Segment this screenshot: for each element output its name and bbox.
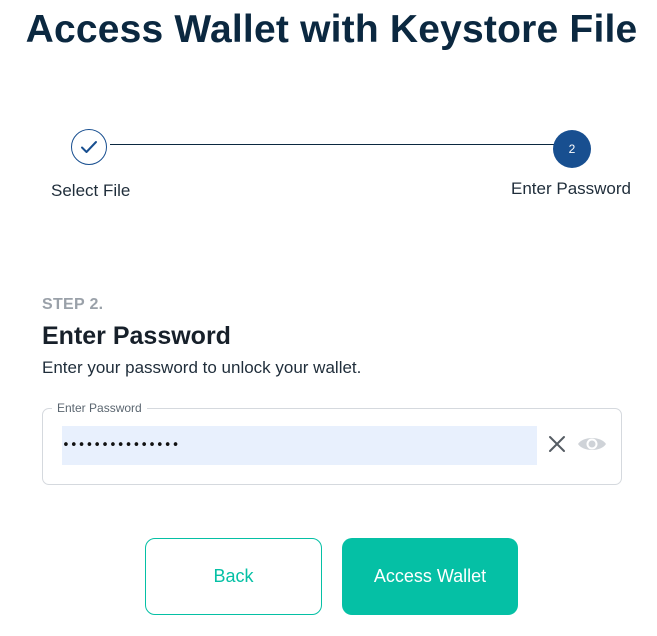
access-wallet-page: Access Wallet with Keystore File Select … [0,0,657,636]
step-1-indicator [71,129,107,165]
password-input[interactable] [62,426,537,465]
back-button[interactable]: Back [145,538,322,615]
access-wallet-button[interactable]: Access Wallet [342,538,518,615]
eye-icon[interactable] [577,432,607,456]
step-2-indicator: 2 [553,130,591,168]
checkmark-icon [81,141,97,153]
close-icon[interactable] [546,433,568,455]
page-title: Access Wallet with Keystore File [25,8,638,51]
step-heading: Enter Password [42,322,231,350]
password-field-label: Enter Password [52,401,147,415]
stepper-connector-line [110,144,554,145]
step-2-label: Enter Password [511,179,631,198]
step-description: Enter your password to unlock your walle… [42,358,362,377]
step-number-label: STEP 2. [42,296,104,313]
step-1-label: Select File [51,181,131,200]
